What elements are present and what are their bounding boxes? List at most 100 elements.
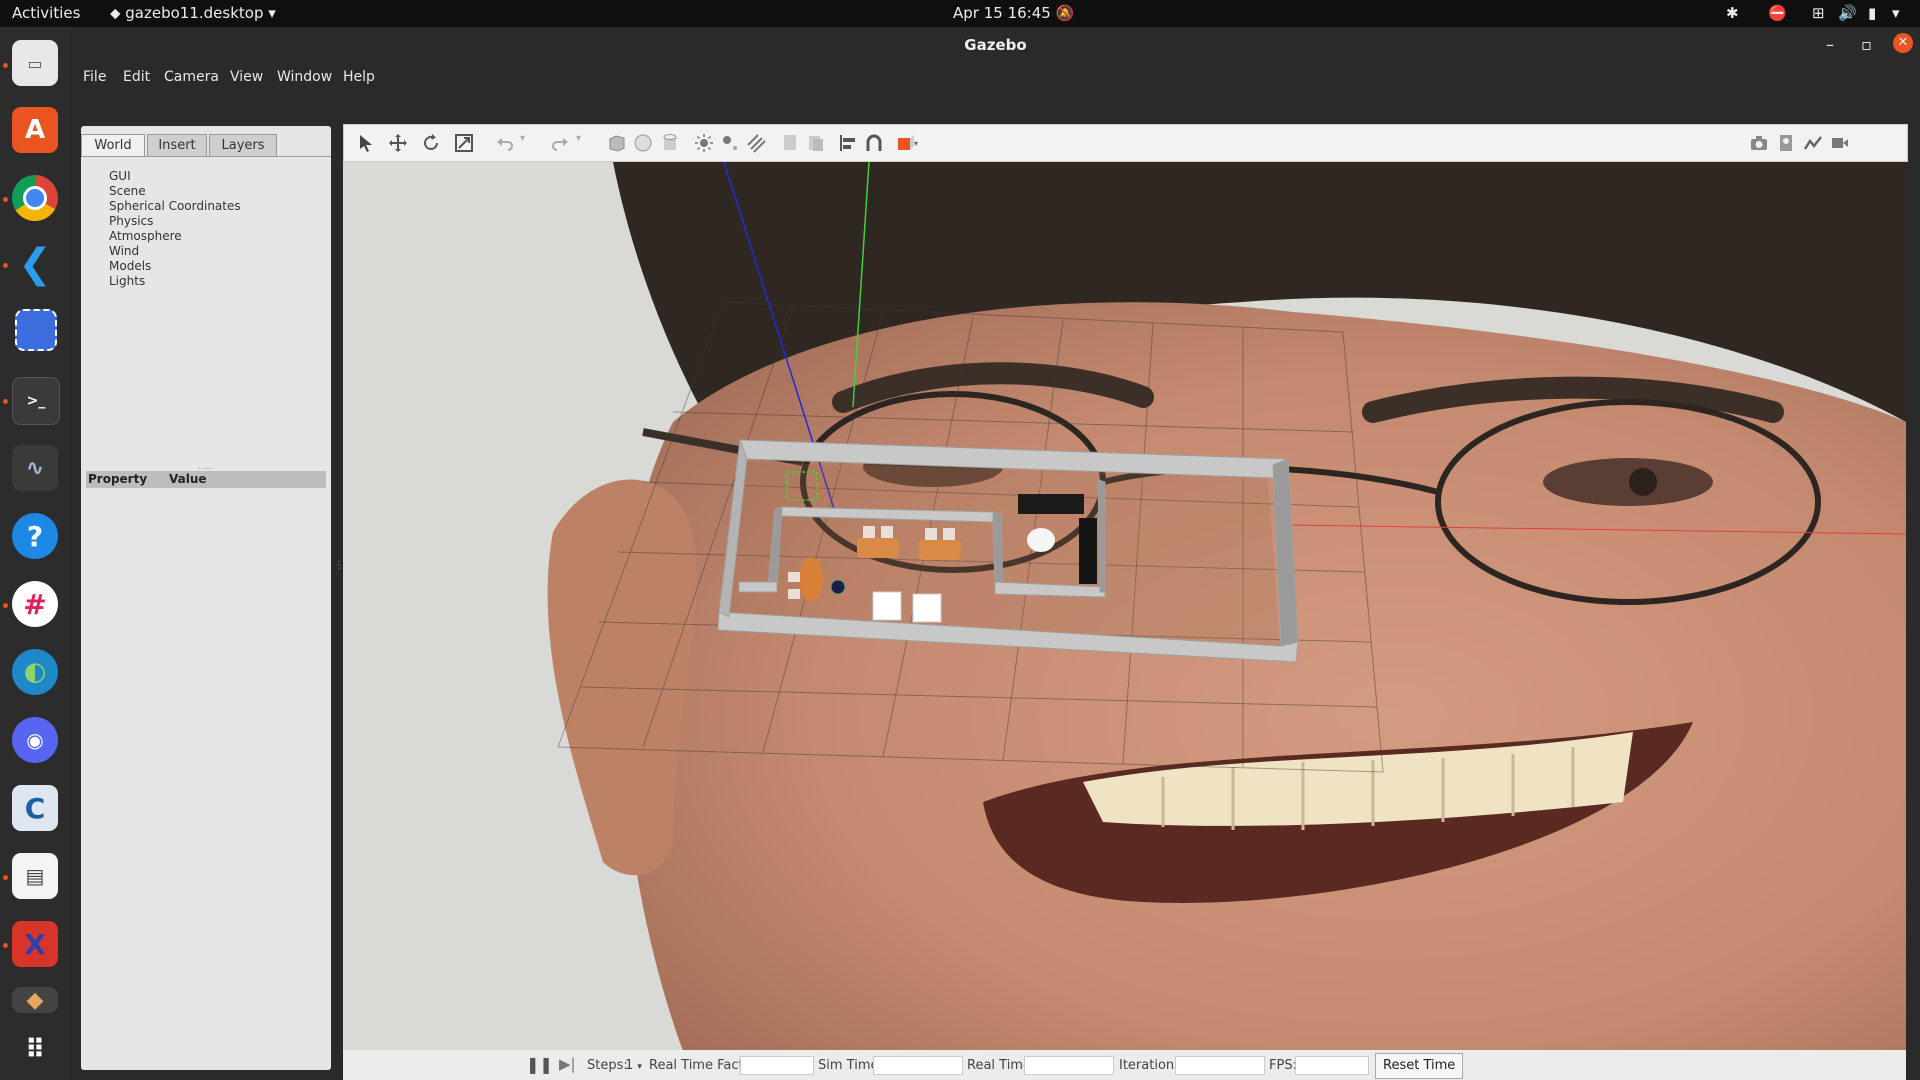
log-data-icon[interactable] <box>1776 133 1796 153</box>
app3-icon[interactable]: X <box>12 921 58 967</box>
app-menu[interactable]: ⬥ gazebo11.desktop ▾ <box>110 4 276 22</box>
tree-item-gui[interactable]: GUI <box>109 169 241 184</box>
directional-light-icon[interactable] <box>746 133 766 153</box>
dock: ▭ A ❮ >_ ∿ ? # ◐ ◉ C ▤ X ◆ ⠿ <box>0 27 71 1080</box>
model-chair[interactable] <box>881 526 893 538</box>
redo-history-chevron-icon[interactable]: ▾ <box>576 133 596 153</box>
align-icon[interactable] <box>838 133 858 153</box>
do-not-disturb-icon[interactable]: ⛔ <box>1768 4 1787 22</box>
discord-icon[interactable]: ◉ <box>12 717 58 763</box>
pause-icon[interactable]: ❚❚ <box>526 1055 553 1074</box>
app-icon[interactable]: ◐ <box>12 649 58 695</box>
vscode-icon[interactable]: ❮ <box>12 241 58 287</box>
screenshot-camera-icon[interactable] <box>1749 133 1769 153</box>
maximize-icon[interactable]: ▫ <box>1861 35 1872 54</box>
steps-label: Steps: <box>587 1058 628 1073</box>
activities-button[interactable]: Activities <box>12 4 80 22</box>
system-menu-icon[interactable]: ▾ <box>1892 4 1900 22</box>
tree-item-spherical-coordinates[interactable]: Spherical Coordinates <box>109 199 241 214</box>
copy-icon[interactable] <box>780 133 800 153</box>
files-icon[interactable]: ▭ <box>12 40 58 86</box>
right-panel-handle[interactable]: ⋮ <box>1898 602 1906 613</box>
tree-item-scene[interactable]: Scene <box>109 184 241 199</box>
box-shape-icon[interactable] <box>607 133 627 153</box>
chevron-down-icon: ▾ <box>268 4 276 22</box>
close-icon[interactable]: ✕ <box>1893 33 1913 53</box>
terminal-icon[interactable]: >_ <box>12 377 60 425</box>
sphere-shape-icon[interactable] <box>633 133 653 153</box>
model-chair[interactable] <box>863 526 875 538</box>
point-light-icon[interactable] <box>694 133 714 153</box>
tree-item-atmosphere[interactable]: Atmosphere <box>109 229 241 244</box>
world-tree: GUI Scene Spherical Coordinates Physics … <box>109 169 241 289</box>
document-viewer-icon[interactable]: ▤ <box>12 853 58 899</box>
value-header: Value <box>169 472 207 486</box>
app2-icon[interactable]: C <box>12 785 58 831</box>
spot-light-icon[interactable] <box>720 133 740 153</box>
title-bar: Gazebo – ▫ ✕ <box>71 27 1920 64</box>
slack-icon[interactable]: # <box>12 581 58 627</box>
model-table-1[interactable] <box>857 538 899 558</box>
help-icon[interactable]: ? <box>12 513 58 559</box>
wall-room-west <box>992 511 1004 591</box>
menu-window[interactable]: Window <box>277 69 332 85</box>
model-table-2[interactable] <box>919 540 961 560</box>
cylinder-shape-icon[interactable] <box>660 133 680 153</box>
menu-edit[interactable]: Edit <box>123 69 150 85</box>
tree-item-lights[interactable]: Lights <box>109 274 241 289</box>
show-apps-icon[interactable]: ⠿ <box>12 1027 58 1073</box>
rotate-mode-icon[interactable] <box>421 133 441 153</box>
model-white-box-2[interactable] <box>912 593 942 623</box>
model-orange-table[interactable] <box>799 557 823 601</box>
battery-icon[interactable]: ▮ <box>1868 4 1876 22</box>
model-white-box-1[interactable] <box>872 591 902 621</box>
view-angle-icon[interactable] <box>896 133 916 153</box>
paste-icon[interactable] <box>806 133 826 153</box>
clock[interactable]: Apr 15 16:45 🔕 <box>953 4 1074 22</box>
steps-spinbox[interactable]: 1 ▾ <box>625 1058 642 1073</box>
volume-icon[interactable]: 🔊 <box>1838 4 1857 22</box>
translate-mode-icon[interactable] <box>388 133 408 153</box>
menu-view[interactable]: View <box>230 69 263 85</box>
reset-time-button[interactable]: Reset Time <box>1375 1053 1464 1079</box>
view-angle-chevron-icon[interactable]: ▾ <box>914 139 934 159</box>
chrome-icon[interactable] <box>12 175 58 221</box>
3d-viewport[interactable]: ⋮ <box>343 162 1906 1051</box>
steps-chevron-icon: ▾ <box>637 1062 642 1072</box>
tree-item-wind[interactable]: Wind <box>109 244 241 259</box>
plot-icon[interactable] <box>1803 133 1823 153</box>
model-cabinet[interactable] <box>1018 494 1084 514</box>
menu-bar: File Edit Camera View Window Help <box>71 64 1920 90</box>
ubuntu-software-icon[interactable]: A <box>12 107 58 153</box>
step-icon[interactable]: ▶| <box>559 1055 576 1073</box>
app4-icon[interactable]: ◆ <box>12 987 58 1013</box>
screenshot-icon[interactable] <box>15 309 57 351</box>
video-record-icon[interactable] <box>1830 133 1850 153</box>
select-mode-icon[interactable] <box>356 133 376 153</box>
model-chair[interactable] <box>788 572 800 582</box>
model-chair[interactable] <box>925 528 937 540</box>
menu-help[interactable]: Help <box>343 69 375 85</box>
menu-camera[interactable]: Camera <box>164 69 219 85</box>
undo-icon[interactable] <box>495 133 515 153</box>
tab-insert[interactable]: Insert <box>147 134 207 157</box>
undo-history-chevron-icon[interactable]: ▾ <box>520 133 540 153</box>
network-icon[interactable]: ⊞ <box>1812 4 1825 22</box>
model-chair[interactable] <box>788 589 800 599</box>
model-robot[interactable] <box>830 579 846 595</box>
tree-item-physics[interactable]: Physics <box>109 214 241 229</box>
tab-world[interactable]: World <box>81 134 145 157</box>
tray-icon[interactable]: ✱ <box>1726 4 1739 22</box>
menu-file[interactable]: File <box>83 69 106 85</box>
model-round-table[interactable] <box>1027 528 1055 552</box>
tree-item-models[interactable]: Models <box>109 259 241 274</box>
model-bookshelf[interactable] <box>1079 518 1097 584</box>
tab-layers[interactable]: Layers <box>209 134 277 157</box>
minimize-icon[interactable]: – <box>1826 35 1834 54</box>
scale-mode-icon[interactable] <box>454 133 474 153</box>
rtf-field <box>740 1056 814 1075</box>
redo-icon[interactable] <box>550 133 570 153</box>
system-monitor-icon[interactable]: ∿ <box>12 445 58 491</box>
snap-icon[interactable] <box>864 133 884 153</box>
model-chair[interactable] <box>943 528 955 540</box>
